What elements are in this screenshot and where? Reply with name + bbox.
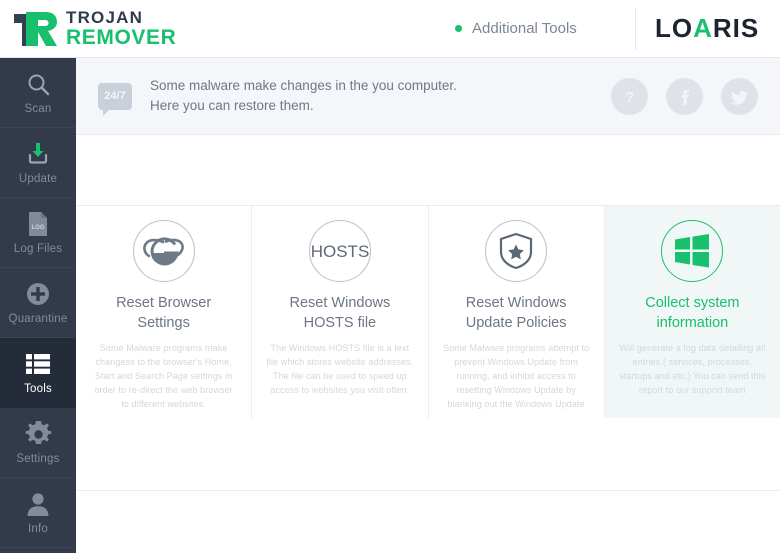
tool-card-title: Reset Windows HOSTS file (290, 294, 391, 333)
sidebar-item-label: Update (18, 173, 58, 185)
facebook-button[interactable] (666, 78, 703, 115)
tool-card-title: Reset Windows Update Policies (466, 294, 567, 333)
tool-card-title-line-1: Reset Browser (116, 295, 212, 311)
person-icon (25, 490, 51, 518)
header-divider (635, 8, 636, 50)
additional-tools-indicator[interactable]: Additional Tools (455, 0, 577, 57)
loaris-part-a: A (693, 13, 713, 43)
brand-line-trojan: TROJAN (66, 8, 144, 27)
additional-tools-label: Additional Tools (472, 20, 577, 37)
notification-banner: 24/7 Some malware make changes in the yo… (76, 58, 780, 135)
tool-card-title-line-2: Settings (137, 314, 190, 331)
speech-bubble-icon: 24/7 (98, 82, 132, 116)
svg-text:LOG: LOG (32, 225, 45, 231)
tool-card-description: Some Malware programs attempt to prevent… (442, 343, 590, 409)
svg-text:?: ? (625, 89, 634, 106)
hosts-file-icon: HOSTS (308, 220, 371, 282)
sidebar-item-label: Info (28, 523, 48, 535)
gear-icon (25, 420, 52, 448)
tool-card-title-line-1: Reset Windows (465, 295, 567, 311)
tool-card-collect-system-information[interactable]: Collect system information Will generate… (604, 206, 780, 418)
footer-divider (76, 490, 780, 491)
sidebar-item-label: Quarantine (8, 313, 68, 325)
download-arrow-icon (25, 140, 51, 168)
sidebar-item-update[interactable]: Update (0, 128, 76, 198)
help-question-icon: ? (625, 89, 634, 106)
tool-card-title: Reset Browser Settings (116, 294, 211, 333)
loaris-wordmark: LO A RIS (655, 0, 759, 57)
green-status-dot-icon (455, 25, 462, 32)
tool-card-description: Some Malware programs make changess to t… (94, 343, 233, 409)
help-button[interactable]: ? (611, 78, 648, 115)
tool-card-title: Collect system information (645, 294, 739, 333)
twitter-icon (731, 90, 748, 105)
twitter-button[interactable] (721, 78, 758, 115)
facebook-icon (681, 89, 689, 105)
tool-card-reset-windows-update-policies[interactable]: Reset Windows Update Policies Some Malwa… (428, 206, 605, 418)
tool-card-reset-windows-hosts-file[interactable]: HOSTS Reset Windows HOSTS file The Windo… (252, 206, 429, 418)
brand-line-remover: REMOVER (66, 26, 177, 49)
brand-wordmark: TROJAN REMOVER (66, 9, 176, 48)
shield-star-icon (485, 220, 548, 282)
hosts-icon-text: HOSTS (311, 242, 369, 261)
tool-card-title-line-2: information (656, 314, 729, 331)
notification-text: Some malware make changes in the you com… (150, 76, 457, 115)
sidebar-item-quarantine[interactable]: Quarantine (0, 268, 76, 338)
sidebar-item-settings[interactable]: Settings (0, 408, 76, 478)
sidebar-item-label: Log Files (13, 243, 63, 255)
sidebar-item-tools[interactable]: Tools (0, 338, 76, 408)
tool-card-description: The Windows HOSTS file is a text file wh… (266, 343, 414, 395)
loaris-part-ris: RIS (712, 13, 760, 43)
log-document-icon: LOG (26, 210, 50, 238)
tool-card-reset-browser-settings[interactable]: Reset Browser Settings Some Malware prog… (76, 206, 253, 418)
tool-card-title-line-1: Collect system (645, 295, 740, 311)
app-window: TROJAN REMOVER Additional Tools LO A RIS S… (0, 0, 780, 553)
notification-line-2: Here you can restore them. (150, 98, 314, 113)
tool-card-title-line-2: Update Policies (465, 314, 567, 331)
sidebar-item-label: Scan (24, 103, 52, 115)
app-header: TROJAN REMOVER Additional Tools LO A RIS (0, 0, 780, 58)
tools-card-grid: Reset Browser Settings Some Malware prog… (76, 205, 780, 418)
loaris-part-lo: LO (655, 13, 694, 43)
plus-circle-icon (25, 280, 51, 308)
sidebar-nav: Scan Update LOG Log Files Quarantine Too… (0, 58, 76, 553)
support-badge-text: 24/7 (104, 90, 126, 102)
sidebar-item-info[interactable]: Info (0, 478, 76, 548)
sidebar-item-log-files[interactable]: LOG Log Files (0, 198, 76, 268)
main-content: 24/7 Some malware make changes in the yo… (76, 58, 780, 553)
sidebar-item-label: Settings (16, 453, 60, 465)
sidebar-item-label: Tools (24, 383, 52, 395)
sidebar-item-scan[interactable]: Scan (0, 58, 76, 128)
notification-line-1: Some malware make changes in the you com… (150, 78, 457, 94)
internet-explorer-icon (132, 220, 195, 282)
trojan-remover-logo-icon (10, 8, 60, 50)
tool-card-title-line-1: Reset Windows (289, 295, 391, 311)
brand-logo: TROJAN REMOVER (0, 8, 300, 50)
header-action-buttons: ? (611, 78, 758, 115)
magnifier-icon (26, 70, 51, 98)
list-grid-icon (25, 350, 51, 378)
tool-card-description: Will generate a log data detailing all e… (619, 343, 766, 395)
tool-card-title-line-2: HOSTS file (303, 314, 377, 331)
windows-logo-icon (661, 220, 724, 282)
